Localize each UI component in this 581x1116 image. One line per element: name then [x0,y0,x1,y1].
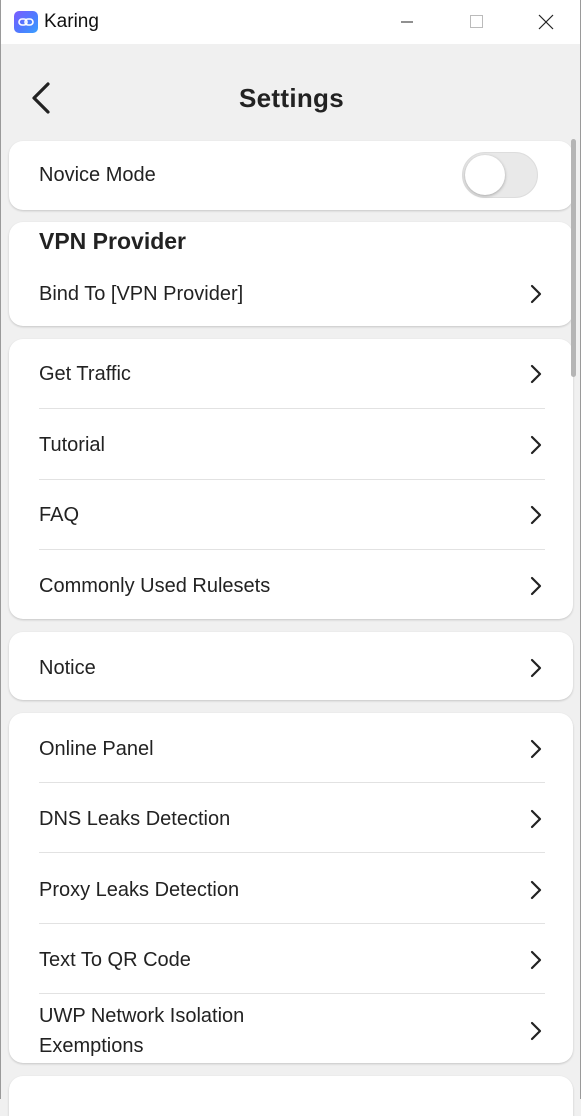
chevron-right-icon [530,576,542,596]
novice-mode-card: Novice Mode [9,141,573,210]
toggle-knob [465,155,505,195]
help-group-card: Get Traffic Tutorial FAQ Commonly Used R… [9,339,573,619]
chevron-right-icon [530,364,542,384]
close-icon [538,14,554,30]
window-titlebar: Karing [0,0,581,44]
list-item-label: Online Panel [39,738,154,760]
scrollbar[interactable] [571,139,576,377]
chevron-right-icon [530,284,542,304]
list-item-get-traffic[interactable]: Get Traffic [39,359,545,389]
list-item-label: Notice [39,657,96,679]
chevron-right-icon [530,950,542,970]
list-item-online-panel[interactable]: Online Panel [39,734,545,764]
list-item-text-to-qr-code[interactable]: Text To QR Code [39,945,545,975]
close-button[interactable] [518,0,574,44]
chevron-right-icon [530,435,542,455]
list-item-faq[interactable]: FAQ [39,500,545,530]
divider [39,852,545,853]
maximize-button[interactable] [448,0,504,44]
minimize-icon [401,21,413,23]
chevron-right-icon [530,880,542,900]
divider [39,782,545,783]
list-item-tutorial[interactable]: Tutorial [39,430,545,460]
page-title: Settings [239,83,344,113]
chevron-right-icon [530,505,542,525]
app-logo-icon [14,11,38,33]
vpn-provider-card: VPN Provider Bind To [VPN Provider] [9,222,573,326]
list-item-label: Proxy Leaks Detection [39,879,240,901]
list-item-label: Get Traffic [39,363,131,385]
list-item-label: UWP Network Isolation Exemptions [39,1005,245,1057]
list-item-label: Commonly Used Rulesets [39,575,271,597]
list-item-proxy-leaks-detection[interactable]: Proxy Leaks Detection [39,875,545,905]
app-title: Karing [44,11,99,32]
list-item-dns-leaks-detection[interactable]: DNS Leaks Detection [39,804,545,834]
tools-group-card: Online Panel DNS Leaks Detection Proxy L… [9,713,573,1063]
chevron-right-icon [530,1021,542,1041]
bind-vpn-provider-row[interactable]: Bind To [VPN Provider] [39,279,545,309]
bind-vpn-provider-label: Bind To [VPN Provider] [39,283,244,305]
window-body: Settings Novice Mode VPN Provider Bind T… [0,44,581,1116]
chevron-right-icon [530,809,542,829]
list-item-label: DNS Leaks Detection [39,808,231,830]
chevron-right-icon [530,739,542,759]
list-item-uwp-network-isolation-exemptions[interactable]: UWP Network Isolation Exemptions [39,1001,545,1061]
divider [39,549,545,550]
list-item-notice[interactable]: Notice [39,653,545,683]
divider [39,408,545,409]
vpn-provider-title: VPN Provider [39,228,186,254]
novice-mode-toggle[interactable] [462,152,538,198]
divider [39,923,545,924]
divider [39,479,545,480]
notice-card: Notice [9,632,573,700]
list-item-commonly-used-rulesets[interactable]: Commonly Used Rulesets [39,571,545,601]
list-item-label: Tutorial [39,434,105,456]
list-item-label: FAQ [39,504,80,526]
maximize-icon [470,15,483,28]
next-group-card [9,1076,573,1116]
list-item-label: Text To QR Code [39,949,191,971]
minimize-button[interactable] [379,0,435,44]
divider [39,993,545,994]
chevron-right-icon [530,658,542,678]
